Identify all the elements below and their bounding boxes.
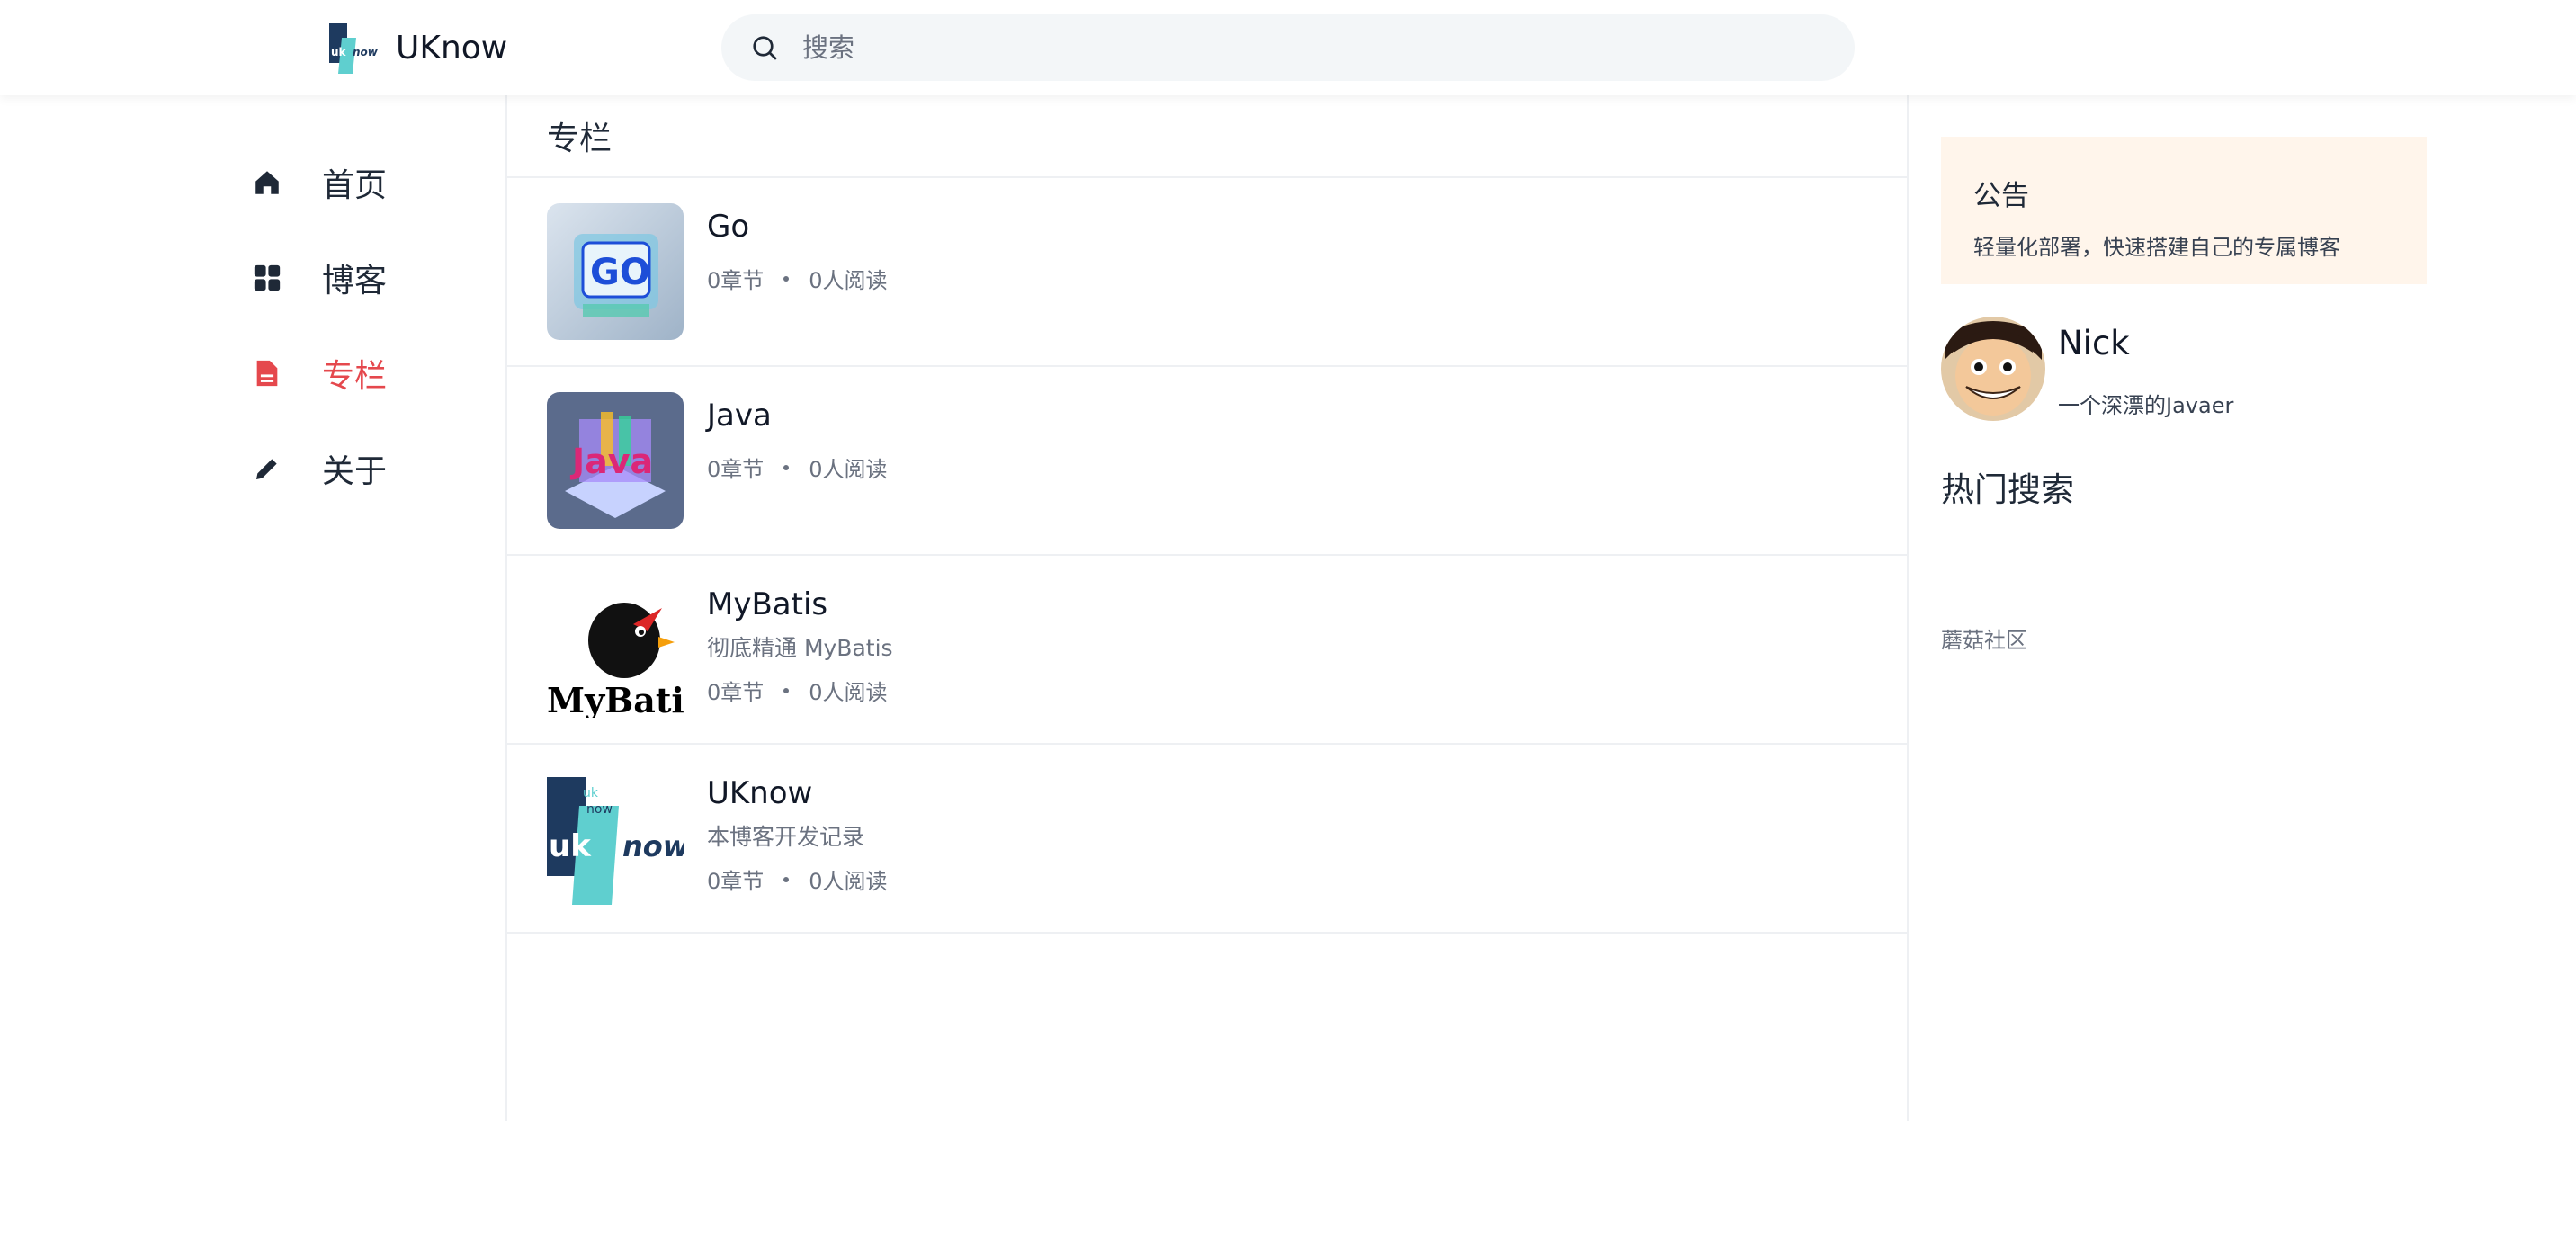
column-cover-go: GO: [547, 203, 684, 340]
list-item[interactable]: Java Java 0章节 0人阅读: [507, 367, 1907, 556]
nav-item-label: 首页: [322, 167, 388, 204]
search-icon: [753, 36, 777, 60]
nav-item-label: 关于: [322, 453, 388, 490]
column-description: 彻底精通 MyBatis: [707, 635, 893, 661]
chapter-count: 0章节: [707, 457, 765, 482]
column-title: Java: [707, 398, 772, 434]
search-input[interactable]: [802, 21, 1855, 75]
svg-text:now: now: [586, 802, 613, 817]
home-icon: [243, 158, 291, 207]
search-bar[interactable]: [721, 14, 1855, 81]
separator-dot: [783, 687, 790, 693]
separator-dot: [783, 464, 790, 470]
reader-count: 0人阅读: [809, 457, 888, 482]
svg-text:now: now: [353, 46, 379, 58]
nav-item-label: 专栏: [322, 358, 388, 395]
reader-count: 0人阅读: [809, 680, 888, 705]
list-item[interactable]: uk now uk now UKnow 本博客开发记录 0章节 0人阅读: [507, 745, 1907, 934]
nav-item-label: 博客: [322, 263, 388, 300]
column-cover-mybatis: MyBatis: [547, 581, 684, 718]
avatar[interactable]: [1941, 317, 2045, 421]
svg-text:now: now: [622, 829, 684, 863]
brand-logo: uk now: [329, 23, 379, 74]
profile-bio: 一个深漂的Javaer: [2058, 393, 2234, 418]
column-title: UKnow: [707, 775, 813, 811]
column-title: Go: [707, 209, 750, 245]
page-title: 专栏: [507, 95, 1907, 178]
column-cover-java: Java: [547, 392, 684, 529]
column-meta: 0章节 0人阅读: [707, 263, 888, 294]
column-list-panel: 专栏 GO Go 0章节 0人阅读 Java Java 0章节 0人阅读 MyB…: [505, 95, 1909, 1121]
nav-item-about[interactable]: 关于: [243, 421, 387, 516]
profile-card: Nick 一个深漂的Javaer: [1941, 317, 2427, 421]
separator-dot: [783, 275, 790, 282]
svg-text:uk: uk: [331, 46, 347, 58]
grid-icon: [243, 254, 291, 302]
column-meta: 0章节 0人阅读: [707, 675, 893, 706]
separator-dot: [783, 876, 790, 882]
list-item[interactable]: GO Go 0章节 0人阅读: [507, 178, 1907, 367]
svg-text:Java: Java: [569, 442, 653, 481]
column-cover-uknow: uk now uk now: [547, 770, 684, 907]
profile-name: Nick: [2058, 324, 2130, 362]
brand[interactable]: uk now UKnow: [326, 20, 507, 76]
notice-title: 公告: [1973, 180, 2029, 212]
svg-text:uk: uk: [549, 828, 592, 864]
pencil-icon: [243, 444, 291, 493]
list-item[interactable]: MyBatis MyBatis 彻底精通 MyBatis 0章节 0人阅读: [507, 556, 1907, 745]
chapter-count: 0章节: [707, 869, 765, 894]
reader-count: 0人阅读: [809, 869, 888, 894]
column-meta: 0章节 0人阅读: [707, 863, 888, 895]
column-meta: 0章节 0人阅读: [707, 452, 888, 483]
nav-item-columns[interactable]: 专栏: [243, 326, 387, 421]
brand-name: UKnow: [396, 29, 508, 67]
hot-search-title: 热门搜索: [1941, 470, 2074, 509]
chapter-count: 0章节: [707, 268, 765, 293]
svg-text:MyBatis: MyBatis: [547, 680, 684, 718]
column-description: 本博客开发记录: [707, 824, 865, 850]
side-nav: 首页 博客 专栏 关于: [243, 135, 387, 516]
svg-text:uk: uk: [583, 786, 599, 800]
friend-link[interactable]: 蘑菇社区: [1941, 622, 2027, 654]
nav-item-home[interactable]: 首页: [243, 135, 387, 230]
notice-card: 公告 轻量化部署，快速搭建自己的专属博客: [1941, 137, 2427, 284]
chapter-count: 0章节: [707, 680, 765, 705]
document-icon: [243, 349, 291, 398]
nav-item-blog[interactable]: 博客: [243, 230, 387, 326]
column-title: MyBatis: [707, 586, 828, 622]
top-header: uk now UKnow: [0, 0, 2576, 95]
reader-count: 0人阅读: [809, 268, 888, 293]
svg-text:GO: GO: [590, 252, 650, 293]
right-sidebar: 公告 轻量化部署，快速搭建自己的专属博客 Nick 一个深漂的Javaer 热门…: [1941, 137, 2427, 654]
notice-text: 轻量化部署，快速搭建自己的专属博客: [1973, 235, 2340, 260]
